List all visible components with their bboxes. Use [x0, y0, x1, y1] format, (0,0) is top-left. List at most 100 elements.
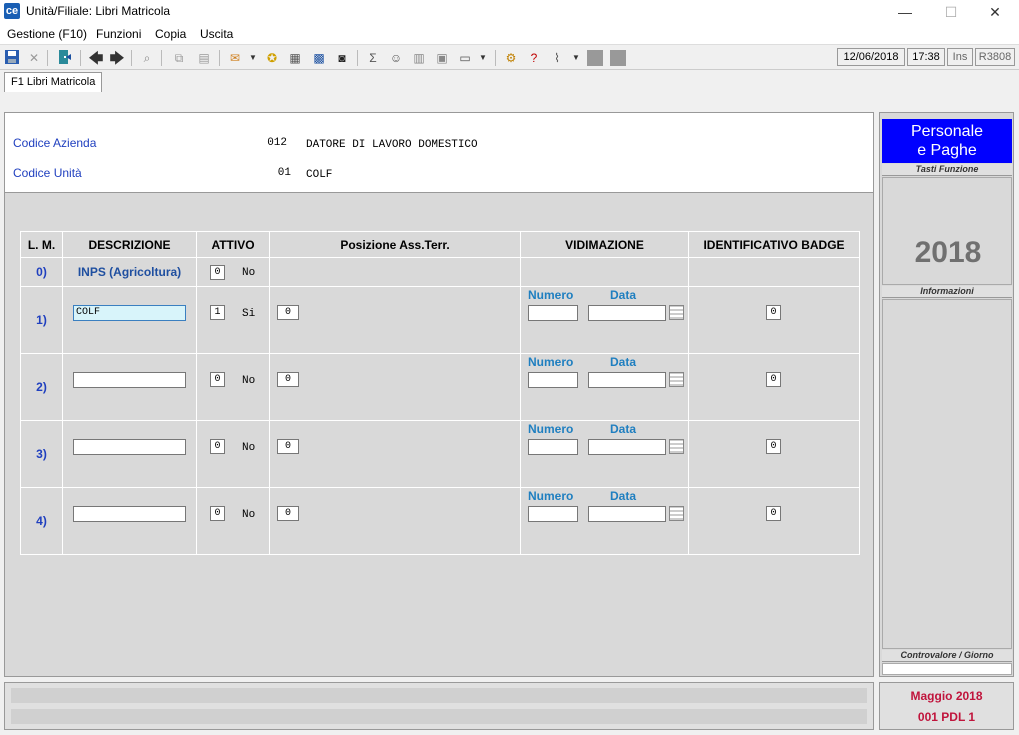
calendar-icon[interactable] [669, 372, 684, 387]
descrizione-input[interactable] [73, 506, 186, 522]
col-attivo: ATTIVO [196, 231, 270, 258]
wizard-icon[interactable]: ✪ [263, 49, 281, 67]
mail-icon[interactable]: ✉ [226, 49, 244, 67]
descrizione-input[interactable] [73, 439, 186, 455]
status-bar-2 [11, 709, 867, 724]
data-label: Data [610, 288, 637, 302]
data-input[interactable] [588, 439, 666, 455]
period-panel: Maggio 2018 001 PDL 1 [879, 682, 1014, 730]
row-descrizione-cell: COLF [62, 286, 197, 354]
search-icon[interactable]: ⌕ [138, 49, 156, 67]
numero-input[interactable] [528, 372, 578, 388]
attivo-field[interactable]: 1 [210, 305, 225, 320]
sum-icon[interactable]: Σ [364, 49, 382, 67]
toolbar-separator [219, 50, 220, 66]
attivo-text: Si [242, 308, 256, 320]
bottom-status-panel [4, 682, 874, 730]
posizione-field[interactable]: 0 [277, 372, 299, 387]
badge-field[interactable]: 0 [766, 439, 781, 454]
data-input[interactable] [588, 372, 666, 388]
camera-icon[interactable]: ◙ [333, 49, 351, 67]
help-icon[interactable]: ? [525, 49, 543, 67]
calendar-icon[interactable] [669, 506, 684, 521]
row-vidimazione-cell: Numero Data [520, 420, 689, 488]
status-time: 17:38 [907, 48, 945, 66]
tasti-funzione-caption: Tasti Funzione [882, 164, 1012, 176]
maximize-button[interactable]: ☐ [928, 0, 974, 24]
attivo-text: No [242, 267, 256, 279]
settings-icon[interactable]: ⚙ [502, 49, 520, 67]
chevron-down-icon[interactable]: ▼ [474, 49, 492, 67]
tab-libri-matricola[interactable]: F1 Libri Matricola [4, 72, 103, 92]
calendar-icon[interactable] [669, 305, 684, 320]
numero-input[interactable] [528, 439, 578, 455]
right-panel: Personale e Paghe Tasti Funzione 2018 In… [879, 112, 1014, 677]
save-icon[interactable] [3, 49, 21, 67]
row-attivo-cell: 0 No [196, 257, 270, 287]
azienda-label: Codice Azienda [13, 136, 97, 150]
attachment-icon[interactable]: ⌇ [548, 49, 566, 67]
table-icon[interactable]: ▥ [410, 49, 428, 67]
posizione-field[interactable]: 0 [277, 305, 299, 320]
menu-uscita[interactable]: Uscita [200, 27, 233, 41]
grid-icon[interactable]: ▦ [286, 49, 304, 67]
paste-icon[interactable]: ▤ [195, 49, 213, 67]
azienda-code: 012 [267, 137, 287, 149]
row-vidimazione-cell [520, 257, 689, 287]
badge-field[interactable]: 0 [766, 506, 781, 521]
attivo-field[interactable]: 0 [210, 265, 225, 280]
badge-field[interactable]: 0 [766, 305, 781, 320]
calendar-icon[interactable] [669, 439, 684, 454]
row-lm: 4) [20, 487, 63, 555]
descrizione-input[interactable]: COLF [73, 305, 186, 321]
chevron-down-icon[interactable]: ▼ [244, 49, 262, 67]
square-icon[interactable] [610, 50, 626, 66]
data-label: Data [610, 489, 637, 503]
badge-field[interactable]: 0 [766, 372, 781, 387]
window-title: Unità/Filiale: Libri Matricola [26, 4, 171, 18]
exit-door-icon[interactable] [55, 49, 73, 67]
delete-icon[interactable]: ✕ [25, 49, 43, 67]
window-icon[interactable]: ▭ [456, 49, 474, 67]
numero-input[interactable] [528, 506, 578, 522]
row-attivo-cell: 1 Si [196, 286, 270, 354]
smiley-icon[interactable]: ☺ [387, 49, 405, 67]
arrow-right-icon[interactable]: 🡆 [108, 49, 126, 67]
posizione-field[interactable]: 0 [277, 439, 299, 454]
attivo-field[interactable]: 0 [210, 439, 225, 454]
data-input[interactable] [588, 506, 666, 522]
close-button[interactable]: ✕ [972, 0, 1018, 24]
row-posizione-cell: 0 [269, 286, 521, 354]
data-label: Data [610, 422, 637, 436]
posizione-field[interactable]: 0 [277, 506, 299, 521]
chevron-down-icon[interactable]: ▼ [567, 49, 585, 67]
data-input[interactable] [588, 305, 666, 321]
row-badge-cell: 0 [688, 487, 860, 555]
numero-input[interactable] [528, 305, 578, 321]
attivo-field[interactable]: 0 [210, 506, 225, 521]
calculator-icon[interactable]: ▣ [433, 49, 451, 67]
unita-name: COLF [306, 169, 333, 181]
col-vidimazione: VIDIMAZIONE [520, 231, 689, 258]
status-date: 12/06/2018 [837, 48, 905, 66]
row-vidimazione-cell: Numero Data [520, 487, 689, 555]
attivo-field[interactable]: 0 [210, 372, 225, 387]
descrizione-input[interactable] [73, 372, 186, 388]
copy-icon[interactable]: ⧉ [170, 49, 188, 67]
menu-copia[interactable]: Copia [155, 27, 186, 41]
status-code: R3808 [975, 48, 1015, 66]
row-posizione-cell: 0 [269, 487, 521, 555]
keyboard-icon[interactable]: ▩ [310, 49, 328, 67]
table-row: 2) 0 No 0 Numero Data 0 [20, 353, 860, 421]
menu-gestione[interactable]: Gestione (F10) [7, 27, 87, 41]
toolbar-separator [80, 50, 81, 66]
row-vidimazione-cell: Numero Data [520, 353, 689, 421]
row-lm: 1) [20, 286, 63, 354]
attivo-text: No [242, 442, 256, 454]
row-lm: 0) [20, 257, 63, 287]
square-icon[interactable] [587, 50, 603, 66]
minimize-button[interactable]: — [882, 0, 928, 24]
data-label: Data [610, 355, 637, 369]
menu-funzioni[interactable]: Funzioni [96, 27, 141, 41]
arrow-left-icon[interactable]: 🡄 [87, 49, 105, 67]
